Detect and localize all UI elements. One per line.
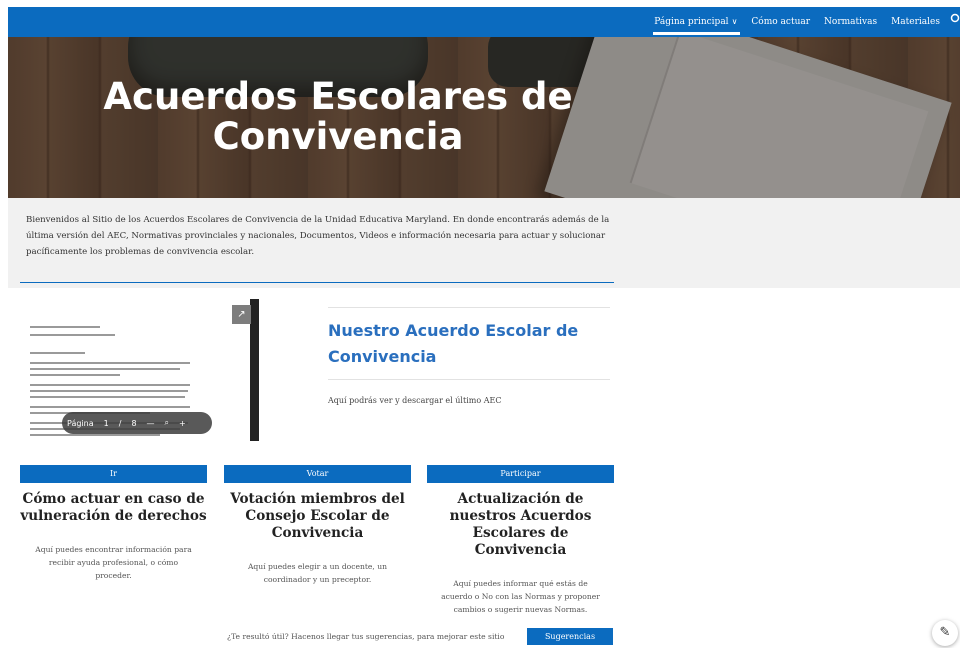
page-title-line1: Acuerdos Escolares de: [103, 75, 573, 118]
page-title: Acuerdos Escolares de Convivencia: [68, 77, 608, 157]
doc-text-line: [30, 374, 120, 376]
pager-current-page[interactable]: 1: [99, 419, 114, 428]
document-scrollbar[interactable]: [250, 299, 259, 441]
doc-text-line: [30, 362, 190, 364]
nav-item-label: Materiales: [891, 17, 940, 27]
pager-separator: /: [118, 418, 122, 428]
zoom-out-button[interactable]: —: [142, 419, 160, 428]
page-title-line2: Convivencia: [212, 115, 464, 158]
card-votacion: Votar Votación miembros del Consejo Esco…: [224, 465, 411, 586]
card-description: Aquí puedes encontrar información para r…: [35, 545, 192, 580]
pager-label: Página: [67, 418, 94, 428]
chevron-down-icon: ∨: [731, 17, 738, 26]
votar-button[interactable]: Votar: [224, 465, 411, 483]
doc-text-line: [30, 434, 160, 436]
card-description: Aquí puedes elegir a un docente, un coor…: [247, 562, 388, 584]
nav-item-label: Cómo actuar: [751, 17, 811, 27]
magnifier-icon[interactable]: ⌕: [160, 418, 174, 428]
ir-button[interactable]: Ir: [20, 465, 207, 483]
acuerdo-title: Nuestro Acuerdo Escolar de Convivencia: [328, 321, 579, 366]
divider: [328, 379, 610, 380]
participar-button[interactable]: Participar: [427, 465, 614, 483]
main-nav: Página principal ∨ Cómo actuar Normativas…: [647, 7, 960, 37]
acuerdo-description: Aquí podrás ver y descargar el último AE…: [328, 396, 502, 405]
nav-item-normativas[interactable]: Normativas: [817, 7, 884, 37]
search-icon[interactable]: [947, 7, 960, 37]
nav-item-label: Normativas: [824, 17, 878, 27]
suggestions-button[interactable]: Sugerencias: [527, 628, 613, 645]
doc-text-line: [30, 390, 188, 392]
nav-item-pagina-principal[interactable]: Página principal ∨: [647, 7, 744, 37]
doc-text-line: [30, 352, 85, 354]
nav-item-materiales[interactable]: Materiales: [884, 7, 947, 37]
intro-section: Bienvenidos al Sitio de los Acuerdos Esc…: [8, 198, 960, 288]
doc-text-line: [30, 334, 115, 336]
suggestions-prompt: ¿Te resultó útil? Hacenos llegar tus sug…: [227, 632, 505, 641]
doc-text-line: [30, 396, 185, 398]
doc-text-line: [30, 406, 190, 408]
card-title: Actualización de nuestros Acuerdos Escol…: [449, 491, 592, 558]
document-pager: Página 1 / 8 — ⌕ +: [62, 412, 212, 434]
doc-text-line: [30, 326, 100, 328]
doc-text-line: [30, 384, 190, 386]
divider: [328, 307, 610, 308]
top-nav-bar: Página principal ∨ Cómo actuar Normativas…: [8, 7, 960, 37]
card-como-actuar: Ir Cómo actuar en caso de vulneración de…: [20, 465, 207, 582]
card-title: Votación miembros del Consejo Escolar de…: [230, 491, 405, 541]
hero-banner: Acuerdos Escolares de Convivencia: [8, 37, 960, 198]
open-external-icon[interactable]: ↗: [232, 305, 251, 324]
nav-item-como-actuar[interactable]: Cómo actuar: [744, 7, 817, 37]
doc-text-line: [30, 368, 180, 370]
card-title: Cómo actuar en caso de vulneración de de…: [20, 491, 207, 524]
pencil-icon[interactable]: ✎: [932, 620, 958, 646]
nav-item-label: Página principal: [654, 17, 729, 27]
intro-text: Bienvenidos al Sitio de los Acuerdos Esc…: [26, 215, 610, 257]
section-divider: [20, 282, 614, 283]
card-description: Aquí puedes informar qué estás de acuerd…: [441, 579, 600, 614]
zoom-in-button[interactable]: +: [174, 419, 191, 428]
pager-total-pages: 8: [131, 418, 137, 428]
card-actualizacion: Participar Actualización de nuestros Acu…: [427, 465, 614, 616]
